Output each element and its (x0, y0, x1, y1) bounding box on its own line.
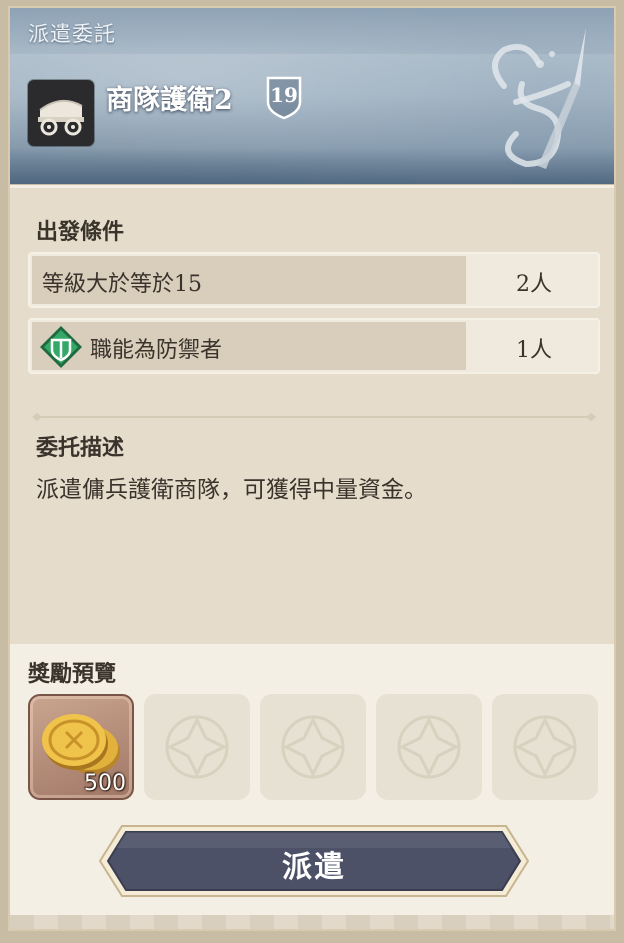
dispatch-commission-panel: 派遣委託 商隊護衛2 19 出發條件 等級大於等於15 2人 職能為防禦者 1人… (8, 6, 616, 931)
reward-count: 500 (84, 771, 126, 796)
empty-reward-slot (260, 694, 366, 800)
ornament-placeholder-icon (513, 715, 577, 779)
reward-preview: 獎勵預覽 500 派遣 (10, 644, 614, 929)
ornament-placeholder-icon (281, 715, 345, 779)
requirement-label: 職能為防禦者 (90, 338, 223, 363)
empty-reward-slot (492, 694, 598, 800)
wagon-icon (28, 80, 94, 146)
requirement-row-level: 等級大於等於15 2人 (28, 252, 600, 308)
level-value: 19 (270, 83, 298, 107)
mission-header: 派遣委託 商隊護衛2 19 (10, 8, 614, 184)
section-title: 派遣委託 (28, 22, 116, 46)
requirements-title: 出發條件 (36, 219, 125, 245)
reward-title: 獎勵預覽 (28, 661, 117, 687)
guild-emblem-icon (476, 24, 606, 174)
empty-reward-slot (144, 694, 250, 800)
reward-slot[interactable]: 500 (28, 694, 134, 800)
requirement-label: 等級大於等於15 (42, 272, 202, 297)
mission-name: 商隊護衛2 (106, 85, 233, 116)
description-text: 派遣傭兵護衛商隊，可獲得中量資金。 (36, 477, 427, 503)
level-badge: 19 (262, 72, 306, 120)
requirement-row-role: 職能為防禦者 1人 (28, 318, 600, 374)
dispatch-button-label: 派遣 (282, 850, 346, 885)
requirement-count: 1人 (516, 338, 552, 363)
requirement-count: 2人 (516, 272, 552, 297)
defender-role-icon (38, 324, 84, 370)
description-title: 委托描述 (36, 435, 125, 461)
panel-bottom-border (10, 915, 614, 929)
header-divider (10, 184, 614, 188)
dispatch-button[interactable]: 派遣 (98, 824, 530, 898)
ornamental-divider (32, 407, 596, 421)
ornament-placeholder-icon (397, 715, 461, 779)
empty-reward-slot (376, 694, 482, 800)
ornament-placeholder-icon (165, 715, 229, 779)
